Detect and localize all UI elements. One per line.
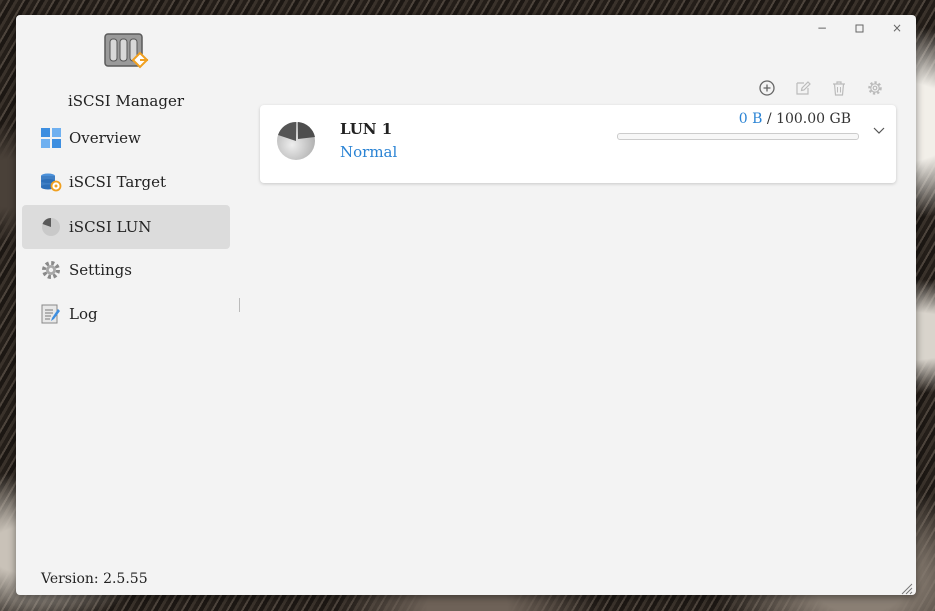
overview-icon xyxy=(40,127,62,149)
edit-icon xyxy=(796,81,811,95)
delete-icon xyxy=(833,81,845,96)
resize-grip-icon[interactable] xyxy=(901,580,913,595)
gear-icon xyxy=(40,259,62,281)
minimize-button[interactable]: − xyxy=(811,20,833,36)
chevron-down-icon xyxy=(873,127,885,134)
sidebar: iSCSI Manager Overview iSCSI Target iSCS… xyxy=(16,15,244,595)
lun-usage-bar xyxy=(617,133,859,140)
sidebar-item-label: Settings xyxy=(69,261,132,279)
sidebar-item-overview[interactable]: Overview xyxy=(22,116,230,160)
close-button[interactable]: × xyxy=(886,20,908,36)
target-icon xyxy=(40,171,62,193)
edit-button[interactable] xyxy=(792,80,814,96)
lun-status: Normal xyxy=(340,143,398,161)
sidebar-item-label: iSCSI Target xyxy=(69,173,166,191)
lun-total-size: 100.00 GB xyxy=(776,111,851,127)
expand-button[interactable] xyxy=(872,122,886,136)
lun-disk-icon xyxy=(276,121,316,161)
app-logo-icon xyxy=(104,33,152,73)
delete-button[interactable] xyxy=(828,80,850,96)
toolbar xyxy=(756,80,886,96)
sidebar-item-label: iSCSI LUN xyxy=(69,218,152,236)
sidebar-item-label: Log xyxy=(69,305,98,323)
settings-icon xyxy=(868,81,882,95)
sidebar-item-iscsi-target[interactable]: iSCSI Target xyxy=(22,160,230,204)
sidebar-splitter-handle[interactable] xyxy=(239,298,242,312)
lun-icon xyxy=(40,216,62,238)
version-label: Version: 2.5.55 xyxy=(41,571,148,587)
lun-name: LUN 1 xyxy=(340,120,393,138)
add-icon xyxy=(759,80,775,96)
lun-used-size: 0 B xyxy=(738,111,763,127)
sidebar-item-log[interactable]: Log xyxy=(22,292,230,336)
lun-card[interactable]: LUN 1 Normal 0 B / 100.00 GB xyxy=(260,105,896,183)
app-title: iSCSI Manager xyxy=(67,92,185,110)
lun-settings-button[interactable] xyxy=(864,80,886,96)
lun-usage-text: 0 B / 100.00 GB xyxy=(739,111,851,127)
lun-usage-separator: / xyxy=(762,111,777,127)
maximize-button[interactable] xyxy=(848,20,870,36)
log-icon xyxy=(40,303,62,325)
sidebar-item-label: Overview xyxy=(69,129,141,147)
sidebar-item-settings[interactable]: Settings xyxy=(22,248,230,292)
sidebar-item-iscsi-lun[interactable]: iSCSI LUN xyxy=(22,205,230,249)
maximize-icon xyxy=(855,24,863,32)
add-button[interactable] xyxy=(756,80,778,96)
app-window: − × iSCSI Manager Overview iSCSI Target … xyxy=(16,15,916,595)
